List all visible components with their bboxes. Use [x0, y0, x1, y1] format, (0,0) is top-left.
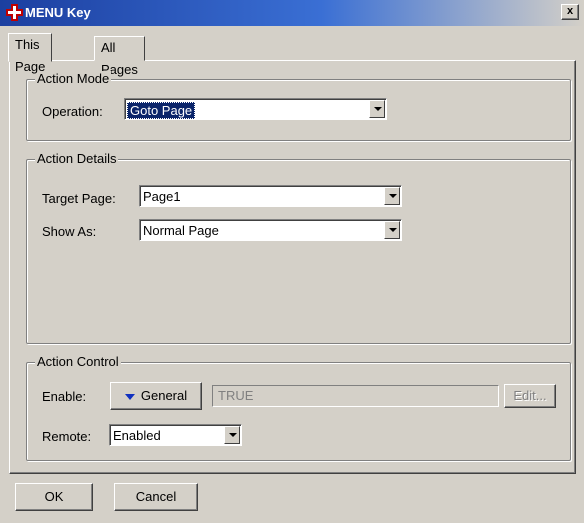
- show-as-value: Normal Page: [143, 223, 219, 238]
- target-page-select[interactable]: Page1: [139, 185, 402, 207]
- window-title: MENU Key: [25, 5, 91, 20]
- menu-key-icon: [6, 4, 23, 21]
- triangle-down-icon: [124, 393, 135, 400]
- tab-this-page[interactable]: This Page: [8, 33, 53, 74]
- action-control-title: Action Control: [35, 354, 121, 369]
- chevron-down-icon[interactable]: [369, 100, 385, 118]
- remote-select[interactable]: Enabled: [109, 424, 242, 446]
- action-control-group: Action Control: [26, 354, 571, 461]
- operation-select[interactable]: Goto Page: [124, 98, 387, 120]
- show-as-select[interactable]: Normal Page: [139, 219, 402, 241]
- tab-all-pages[interactable]: All Pages: [94, 36, 145, 77]
- close-button[interactable]: x: [561, 4, 579, 20]
- cancel-button[interactable]: Cancel: [114, 483, 198, 511]
- chevron-down-icon[interactable]: [224, 426, 240, 444]
- target-page-value: Page1: [143, 189, 181, 204]
- chevron-down-icon[interactable]: [384, 221, 400, 239]
- operation-value: Goto Page: [127, 102, 196, 119]
- enable-expression-field[interactable]: TRUE: [212, 385, 499, 407]
- target-page-label: Target Page:: [42, 191, 116, 206]
- enable-label: Enable:: [42, 389, 87, 404]
- general-button-label: General: [140, 388, 188, 403]
- edit-button[interactable]: Edit...: [504, 384, 556, 408]
- title-bar: MENU Key x: [0, 0, 584, 26]
- action-details-title: Action Details: [35, 151, 119, 166]
- operation-label: Operation:: [42, 104, 103, 119]
- show-as-label: Show As:: [42, 224, 97, 239]
- general-button[interactable]: General: [110, 382, 202, 410]
- chevron-down-icon[interactable]: [384, 187, 400, 205]
- ok-button[interactable]: OK: [15, 483, 93, 511]
- action-mode-title: Action Mode: [35, 71, 112, 86]
- remote-value: Enabled: [113, 428, 161, 443]
- remote-label: Remote:: [42, 429, 92, 444]
